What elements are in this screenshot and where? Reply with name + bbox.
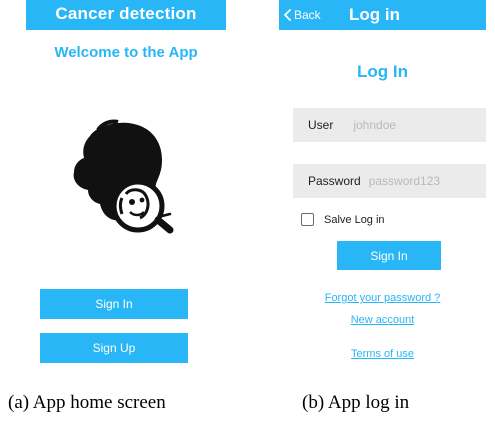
user-label: User (308, 118, 334, 132)
back-label: Back (294, 8, 321, 22)
home-top-bar: Cancer detection (26, 0, 226, 30)
password-label: Password (308, 174, 361, 188)
caption-home: (a) App home screen (8, 392, 166, 413)
login-sign-in-button[interactable]: Sign In (337, 241, 441, 270)
user-field[interactable]: User johndoe (293, 108, 486, 142)
welcome-text: Welcome to the App (54, 44, 198, 61)
terms-of-use-link[interactable]: Terms of use (279, 348, 486, 360)
home-screen: Cancer detection Welcome to the App Sign… (26, 0, 226, 370)
remember-label: Salve Log in (324, 213, 385, 226)
caption-login: (b) App log in (302, 392, 410, 413)
home-sign-in-button[interactable]: Sign In (40, 289, 188, 319)
back-button[interactable]: Back (284, 8, 321, 22)
remember-checkbox[interactable] (301, 213, 314, 226)
head-magnifier-logo-icon (73, 119, 174, 234)
login-top-bar: Back Log in (279, 0, 486, 30)
home-title: Cancer detection (55, 4, 197, 23)
login-heading: Log In (357, 62, 408, 81)
home-sign-up-button[interactable]: Sign Up (40, 333, 188, 363)
new-account-link[interactable]: New account (279, 314, 486, 326)
remember-row: Salve Log in (301, 213, 385, 226)
user-input[interactable]: johndoe (353, 118, 396, 132)
password-field[interactable]: Password password123 (293, 164, 486, 198)
login-title: Log in (349, 5, 400, 24)
login-screen: Back Log in Log In User johndoe Password… (279, 0, 486, 370)
forgot-password-link[interactable]: Forgot your password ? (279, 292, 486, 304)
chevron-left-icon (284, 9, 291, 21)
password-input[interactable]: password123 (369, 174, 440, 188)
